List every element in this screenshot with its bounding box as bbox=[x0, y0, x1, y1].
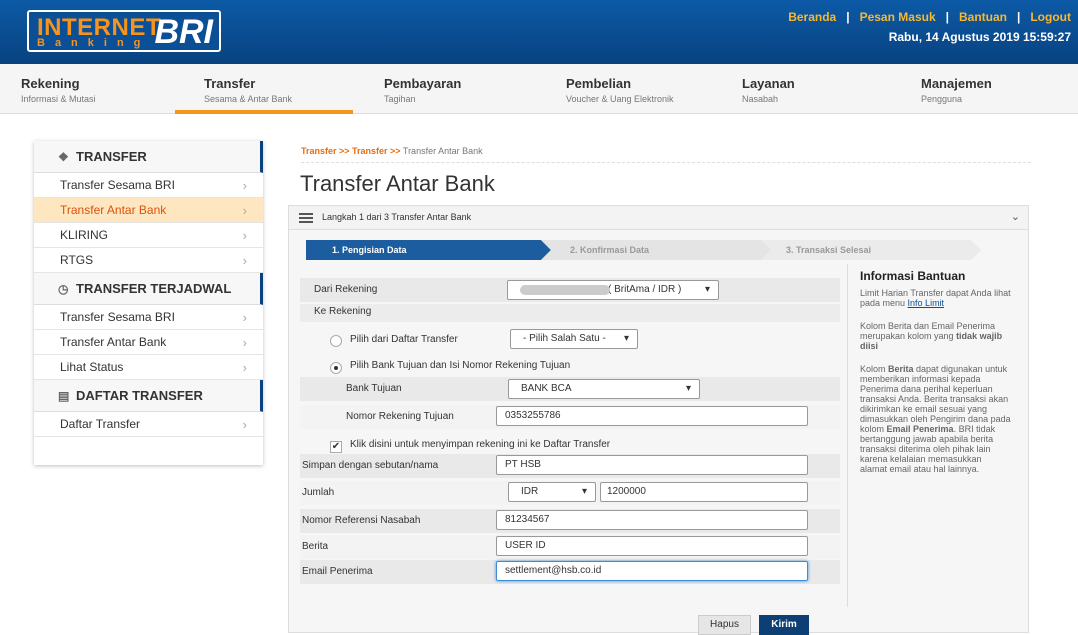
nav-pembelian[interactable]: Pembelian Voucher & Uang Elektronik bbox=[566, 76, 674, 104]
chevron-right-icon: › bbox=[242, 310, 247, 325]
sidebar-item-transfer-sesama-bri[interactable]: Transfer Sesama BRI › bbox=[34, 173, 263, 198]
nav-active-indicator bbox=[175, 110, 353, 114]
info-title: Informasi Bantuan bbox=[860, 269, 966, 283]
nav-layanan[interactable]: Layanan Nasabah bbox=[742, 76, 795, 104]
menu-icon bbox=[299, 213, 313, 223]
sidebar: ❖ TRANSFER Transfer Sesama BRI › Transfer … bbox=[34, 141, 263, 465]
chevron-right-icon: › bbox=[242, 228, 247, 243]
hapus-button[interactable]: Hapus bbox=[698, 615, 751, 635]
row-email: Email Penerima settlement@hsb.co.id bbox=[300, 560, 840, 584]
chevron-right-icon: › bbox=[242, 253, 247, 268]
progress-step-2: 2. Konfirmasi Data bbox=[570, 245, 650, 255]
chevron-right-icon: › bbox=[242, 417, 247, 432]
sidebar-item-lihat-status[interactable]: Lihat Status › bbox=[34, 355, 263, 380]
breadcrumb: Transfer >> Transfer >> Transfer Antar B… bbox=[301, 146, 1031, 163]
berita-input[interactable]: USER ID bbox=[496, 536, 808, 556]
row-bank-tujuan: Bank Tujuan BANK BCA bbox=[300, 377, 840, 401]
page-title: Transfer Antar Bank bbox=[300, 171, 495, 196]
row-simpan-checkbox: ✔ Klik disini untuk menyimpan rekening i… bbox=[300, 436, 840, 456]
bri-logo[interactable]: INTERNET Banking BRI bbox=[27, 10, 221, 52]
nav-rekening[interactable]: Rekening Informasi & Mutasi bbox=[21, 76, 96, 104]
step-label: Langkah 1 dari 3 Transfer Antar Bank bbox=[322, 212, 472, 222]
sidebar-item-terjadwal-antar-bank[interactable]: Transfer Antar Bank › bbox=[34, 330, 263, 355]
info-limit-text: Limit Harian Transfer dapat Anda lihat p… bbox=[860, 288, 1011, 308]
row-opt1: Pilih dari Daftar Transfer - Pilih Salah… bbox=[300, 326, 840, 352]
row-referensi: Nomor Referensi Nasabah 81234567 bbox=[300, 509, 840, 533]
nav-pembayaran[interactable]: Pembayaran Tagihan bbox=[384, 76, 461, 104]
chevron-right-icon: › bbox=[242, 203, 247, 218]
nomor-rekening-input[interactable]: 0353255786 bbox=[496, 406, 808, 426]
link-beranda[interactable]: Beranda bbox=[788, 10, 836, 24]
sidebar-item-kliring[interactable]: KLIRING › bbox=[34, 223, 263, 248]
chevron-right-icon: › bbox=[242, 335, 247, 350]
jumlah-input[interactable]: 1200000 bbox=[600, 482, 808, 502]
info-limit-link[interactable]: Info Limit bbox=[908, 298, 945, 308]
sidebar-item-daftar-transfer[interactable]: Daftar Transfer › bbox=[34, 412, 263, 437]
main-nav: Rekening Informasi & Mutasi Transfer Sesam… bbox=[0, 64, 1078, 114]
radio-bank-tujuan[interactable] bbox=[330, 362, 342, 374]
row-opt2: Pilih Bank Tujuan dan Isi Nomor Rekening… bbox=[300, 356, 840, 376]
currency-select[interactable]: IDR bbox=[508, 482, 596, 502]
sidebar-header-transfer: ❖ TRANSFER bbox=[34, 141, 263, 173]
referensi-input[interactable]: 81234567 bbox=[496, 510, 808, 530]
info-detail-text: Kolom Berita dapat digunakan untuk membe… bbox=[860, 364, 1011, 474]
sidebar-header-daftar-transfer: ▤ DAFTAR TRANSFER bbox=[34, 380, 263, 412]
sidebar-item-terjadwal-sesama-bri[interactable]: Transfer Sesama BRI › bbox=[34, 305, 263, 330]
link-bantuan[interactable]: Bantuan bbox=[959, 10, 1007, 24]
logo-bri-text: BRI bbox=[154, 13, 213, 51]
row-berita: Berita USER ID bbox=[300, 535, 840, 559]
clock-icon: ◷ bbox=[58, 282, 69, 296]
top-links: Beranda | Pesan Masuk | Bantuan | Logout bbox=[788, 10, 1071, 24]
row-dari-rekening: Dari Rekening ( BritAma / IDR ) bbox=[300, 278, 840, 302]
document-icon: ▤ bbox=[58, 389, 70, 403]
nav-transfer[interactable]: Transfer Sesama & Antar Bank bbox=[204, 76, 292, 104]
progress-step-1: 1. Pengisian Data bbox=[332, 245, 407, 255]
kirim-button[interactable]: Kirim bbox=[759, 615, 809, 635]
row-nama: Simpan dengan sebutan/nama PT HSB bbox=[300, 454, 840, 478]
radio-daftar-transfer[interactable] bbox=[330, 335, 342, 347]
nama-input[interactable]: PT HSB bbox=[496, 455, 808, 475]
nav-manajemen[interactable]: Manajemen Pengguna bbox=[921, 76, 992, 104]
chevron-down-icon[interactable]: ⌄ bbox=[1011, 210, 1020, 223]
email-input[interactable]: settlement@hsb.co.id bbox=[496, 561, 808, 581]
header-bar: INTERNET Banking BRI Beranda | Pesan Masuk… bbox=[0, 0, 1078, 64]
logo-banking-text: Banking bbox=[37, 37, 151, 49]
sidebar-item-rtgs[interactable]: RTGS › bbox=[34, 248, 263, 273]
row-jumlah: Jumlah IDR 1200000 bbox=[300, 481, 840, 505]
dari-rekening-select[interactable]: ( BritAma / IDR ) bbox=[507, 280, 719, 300]
progress-step-3: 3. Transaksi Selesai bbox=[786, 245, 872, 255]
step-accordion-header[interactable]: Langkah 1 dari 3 Transfer Antar Bank ⌄ bbox=[288, 205, 1029, 230]
bank-tujuan-select[interactable]: BANK BCA bbox=[508, 379, 700, 399]
sidebar-item-transfer-antar-bank[interactable]: Transfer Antar Bank › bbox=[34, 198, 263, 223]
simpan-checkbox[interactable]: ✔ bbox=[330, 441, 342, 453]
link-pesan-masuk[interactable]: Pesan Masuk bbox=[860, 10, 936, 24]
link-logout[interactable]: Logout bbox=[1030, 10, 1071, 24]
row-ke-rekening: Ke Rekening bbox=[300, 304, 840, 322]
chevron-right-icon: › bbox=[242, 178, 247, 193]
daftar-transfer-select[interactable]: - Pilih Salah Satu - bbox=[510, 329, 638, 349]
chevron-right-icon: › bbox=[242, 360, 247, 375]
handshake-icon: ❖ bbox=[58, 150, 69, 164]
info-bantuan-panel: Informasi Bantuan Limit Harian Transfer … bbox=[847, 264, 1011, 607]
sidebar-header-transfer-terjadwal: ◷ TRANSFER TERJADWAL bbox=[34, 273, 263, 305]
row-nomor-rekening: Nomor Rekening Tujuan 0353255786 bbox=[300, 405, 840, 429]
datetime: Rabu, 14 Agustus 2019 15:59:27 bbox=[888, 30, 1071, 44]
info-berita-text: Kolom Berita dan Email Penerima merupaka… bbox=[860, 321, 1003, 351]
